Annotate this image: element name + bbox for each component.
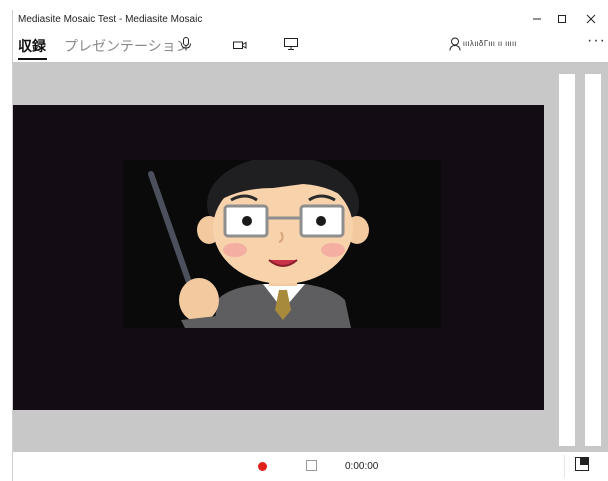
screen-button[interactable] — [283, 38, 299, 54]
user-icon — [449, 37, 461, 56]
active-tab-indicator — [18, 58, 47, 60]
recording-timer: 0:00:00 — [345, 461, 379, 472]
user-name[interactable]: ιιιλιιδΓιιι ιι ιιιιι — [463, 39, 517, 48]
video-preview[interactable] — [123, 160, 441, 328]
more-options-button[interactable]: ··· — [587, 32, 606, 50]
workspace — [13, 62, 608, 452]
minimize-icon — [532, 11, 542, 29]
app-window: Mediasite Mosaic Test - Mediasite Mosaic… — [12, 10, 608, 481]
layout-toggle-icon — [575, 457, 589, 476]
microphone-icon — [180, 36, 192, 56]
video-stage — [13, 105, 544, 410]
user-button[interactable] — [447, 37, 463, 56]
presenter-illustration — [123, 160, 441, 328]
bottom-bar: 0:00:00 — [13, 452, 608, 481]
layout-toggle-button[interactable] — [564, 455, 599, 478]
close-icon — [586, 11, 596, 29]
maximize-icon — [557, 11, 567, 29]
toolbar: 収録 プレゼンテーション ιιιλιιδΓιιι ιι ιιιιι ··· — [13, 30, 608, 62]
tab-recording[interactable]: 収録 — [18, 36, 46, 56]
tab-presentation[interactable]: プレゼンテーション — [64, 36, 190, 56]
camera-button[interactable] — [232, 38, 248, 54]
close-button[interactable] — [573, 10, 608, 30]
microphone-button[interactable] — [178, 36, 194, 56]
window-title: Mediasite Mosaic Test - Mediasite Mosaic — [18, 14, 203, 25]
side-panel-left — [559, 74, 575, 446]
camera-icon — [233, 37, 247, 55]
title-bar[interactable]: Mediasite Mosaic Test - Mediasite Mosaic — [13, 10, 608, 30]
record-button[interactable] — [258, 462, 267, 471]
screen-icon — [284, 37, 298, 55]
stop-button[interactable] — [306, 460, 317, 471]
side-panel-right — [585, 74, 601, 446]
